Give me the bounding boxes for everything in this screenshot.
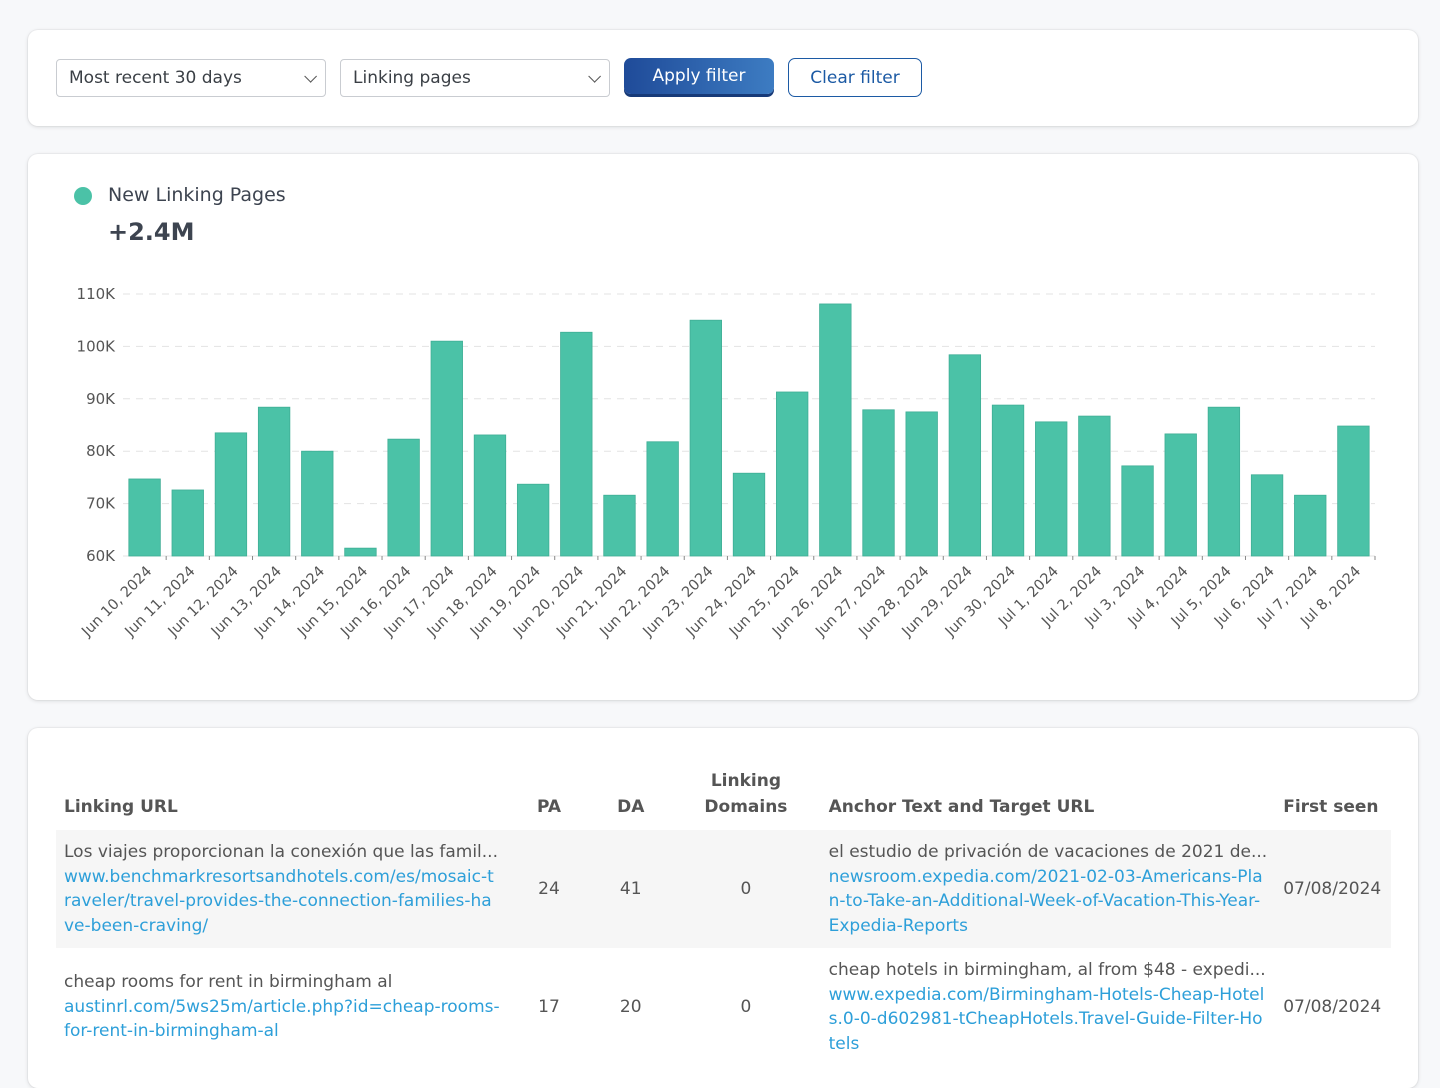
chart-panel: New Linking Pages +2.4M 60K 70K 80K 90K 100K…	[28, 154, 1418, 700]
table-row: Los viajes proporcionan la conexión que …	[56, 830, 1391, 948]
bar	[776, 391, 809, 557]
filter-bar: Most recent 30 days Linking pages Apply …	[28, 30, 1418, 126]
y-tick-label: 110K	[77, 285, 117, 303]
bar	[128, 478, 161, 557]
header-da[interactable]: DA	[590, 768, 671, 830]
y-tick-label: 90K	[86, 390, 116, 408]
bar-chart: 60K70K80K90K100K110KJun 10, 2024Jun 11, …	[77, 285, 1376, 640]
bar	[560, 331, 593, 557]
linking-page-title: cheap rooms for rent in birmingham al	[64, 972, 393, 993]
linking-url-link[interactable]: austinrl.com/5ws25m/article.php?id=cheap…	[64, 995, 500, 1044]
header-pa[interactable]: PA	[508, 768, 590, 830]
bar	[1121, 465, 1154, 557]
first-seen-cell: 07/08/2024	[1275, 830, 1391, 948]
y-tick-label: 80K	[86, 442, 116, 460]
header-anchor-text[interactable]: Anchor Text and Target URL	[821, 768, 1276, 830]
bar	[819, 303, 852, 557]
anchor-cell: cheap hotels in birmingham, al from $48 …	[821, 948, 1276, 1066]
linking-page-title: Los viajes proporcionan la conexión que …	[64, 842, 498, 862]
bar	[948, 354, 982, 557]
date-range-value: Most recent 30 days	[69, 68, 242, 88]
date-range-select[interactable]: Most recent 30 days	[56, 59, 326, 97]
bar	[1035, 421, 1068, 557]
da-cell: 20	[619, 996, 642, 1017]
bar	[171, 489, 204, 557]
table-row: cheap rooms for rent in birmingham al au…	[56, 948, 1391, 1066]
bar	[1207, 406, 1241, 557]
bar	[301, 450, 334, 557]
chevron-down-icon	[588, 69, 601, 83]
bar	[214, 432, 248, 557]
bar	[473, 434, 507, 557]
linking-domains-cell: 0	[740, 996, 752, 1017]
clear-filter-button[interactable]: Clear filter	[788, 58, 922, 97]
pa-cell: 17	[538, 996, 560, 1017]
linking-pages-table: Linking URL PA DA Linking Domains Anchor …	[56, 768, 1391, 1066]
bar	[603, 494, 636, 557]
apply-filter-button[interactable]: Apply filter	[624, 58, 774, 94]
y-tick-label: 70K	[86, 495, 116, 513]
header-linking-url[interactable]: Linking URL	[56, 768, 508, 830]
bar	[862, 409, 895, 557]
bar	[689, 319, 722, 557]
bar	[991, 404, 1025, 557]
bar	[905, 411, 938, 557]
anchor-text: cheap hotels in birmingham, al from $48 …	[828, 960, 1266, 980]
linking-url-cell: Los viajes proporcionan la conexión que …	[56, 830, 508, 948]
bar	[1337, 425, 1370, 557]
target-url-link[interactable]: www.expedia.com/Birmingham-Hotels-Cheap-…	[829, 983, 1268, 1057]
header-linking-domains-line1: Linking	[710, 771, 782, 791]
linking-domains-cell: 0	[671, 830, 821, 948]
anchor-cell: el estudio de privación de vacaciones de…	[820, 830, 1276, 948]
y-tick-label: 100K	[77, 337, 117, 355]
pa-cell: 24	[507, 830, 591, 948]
bar	[387, 438, 420, 557]
linking-url-cell: cheap rooms for rent in birmingham al au…	[56, 948, 508, 1066]
bar	[1164, 433, 1197, 557]
chevron-down-icon	[304, 69, 317, 83]
bar	[257, 406, 291, 557]
header-linking-domains-line2: Domains	[704, 797, 788, 817]
linking-url-link[interactable]: www.benchmarkresortsandhotels.com/es/mos…	[64, 865, 500, 939]
first-seen-cell: 07/08/2024	[1283, 996, 1382, 1017]
y-tick-label: 60K	[86, 547, 116, 565]
bar	[732, 472, 766, 557]
bar	[1294, 494, 1327, 557]
table-header-row: Linking URL PA DA Linking Domains Anchor …	[56, 768, 1391, 830]
bar	[344, 547, 377, 557]
target-url-link[interactable]: newsroom.expedia.com/2021-02-03-American…	[829, 865, 1268, 939]
bar	[516, 483, 550, 557]
bar	[1250, 474, 1284, 557]
bar	[646, 441, 679, 557]
header-linking-domains[interactable]: Linking Domains	[671, 768, 820, 830]
header-first-seen[interactable]: First seen	[1275, 768, 1391, 830]
bar	[430, 340, 463, 557]
metric-value: Linking pages	[353, 68, 471, 88]
anchor-text: el estudio de privación de vacaciones de…	[828, 842, 1268, 862]
da-cell: 41	[590, 830, 672, 948]
linking-pages-table-panel: Linking URL PA DA Linking Domains Anchor …	[28, 728, 1418, 1088]
metric-select[interactable]: Linking pages	[340, 59, 610, 97]
bar	[1078, 415, 1111, 557]
